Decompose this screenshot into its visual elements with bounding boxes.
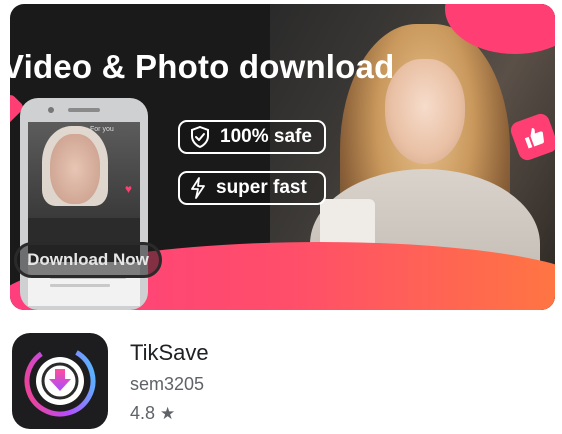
app-icon[interactable] bbox=[12, 333, 108, 429]
phone-speaker bbox=[68, 108, 100, 112]
star-icon: ★ bbox=[160, 403, 176, 423]
badge-100-safe: 100% safe bbox=[178, 120, 326, 154]
phone-mockup: For you ♥ bbox=[20, 98, 148, 310]
phone-screen: For you ♥ bbox=[28, 122, 140, 306]
banner-headline: Video & Photo download bbox=[10, 48, 395, 85]
badge-safe-label: 100% safe bbox=[220, 126, 312, 147]
badge-super-fast: super fast bbox=[178, 171, 326, 205]
shield-check-icon bbox=[191, 126, 209, 148]
download-now-graphic: Download Now bbox=[14, 242, 162, 278]
card-line bbox=[50, 284, 110, 287]
developer-name[interactable]: sem3205 bbox=[130, 374, 204, 395]
phone-portrait-face bbox=[50, 134, 100, 204]
phone-portrait-image bbox=[28, 122, 140, 218]
rating-row: 4.8 ★ bbox=[130, 403, 175, 424]
rating-value: 4.8 bbox=[130, 403, 156, 423]
heart-icon: ♥ bbox=[124, 182, 132, 196]
phone-for-you-tab: For you bbox=[90, 126, 114, 133]
lightning-icon bbox=[191, 177, 205, 199]
app-title[interactable]: TikSave bbox=[130, 340, 209, 366]
phone-camera bbox=[48, 107, 54, 113]
banner-model-face bbox=[385, 59, 465, 164]
badge-fast-label: super fast bbox=[216, 177, 307, 198]
download-circle-icon bbox=[24, 345, 96, 417]
feature-graphic-banner[interactable]: Video & Photo download 100% safe super f… bbox=[10, 4, 555, 310]
